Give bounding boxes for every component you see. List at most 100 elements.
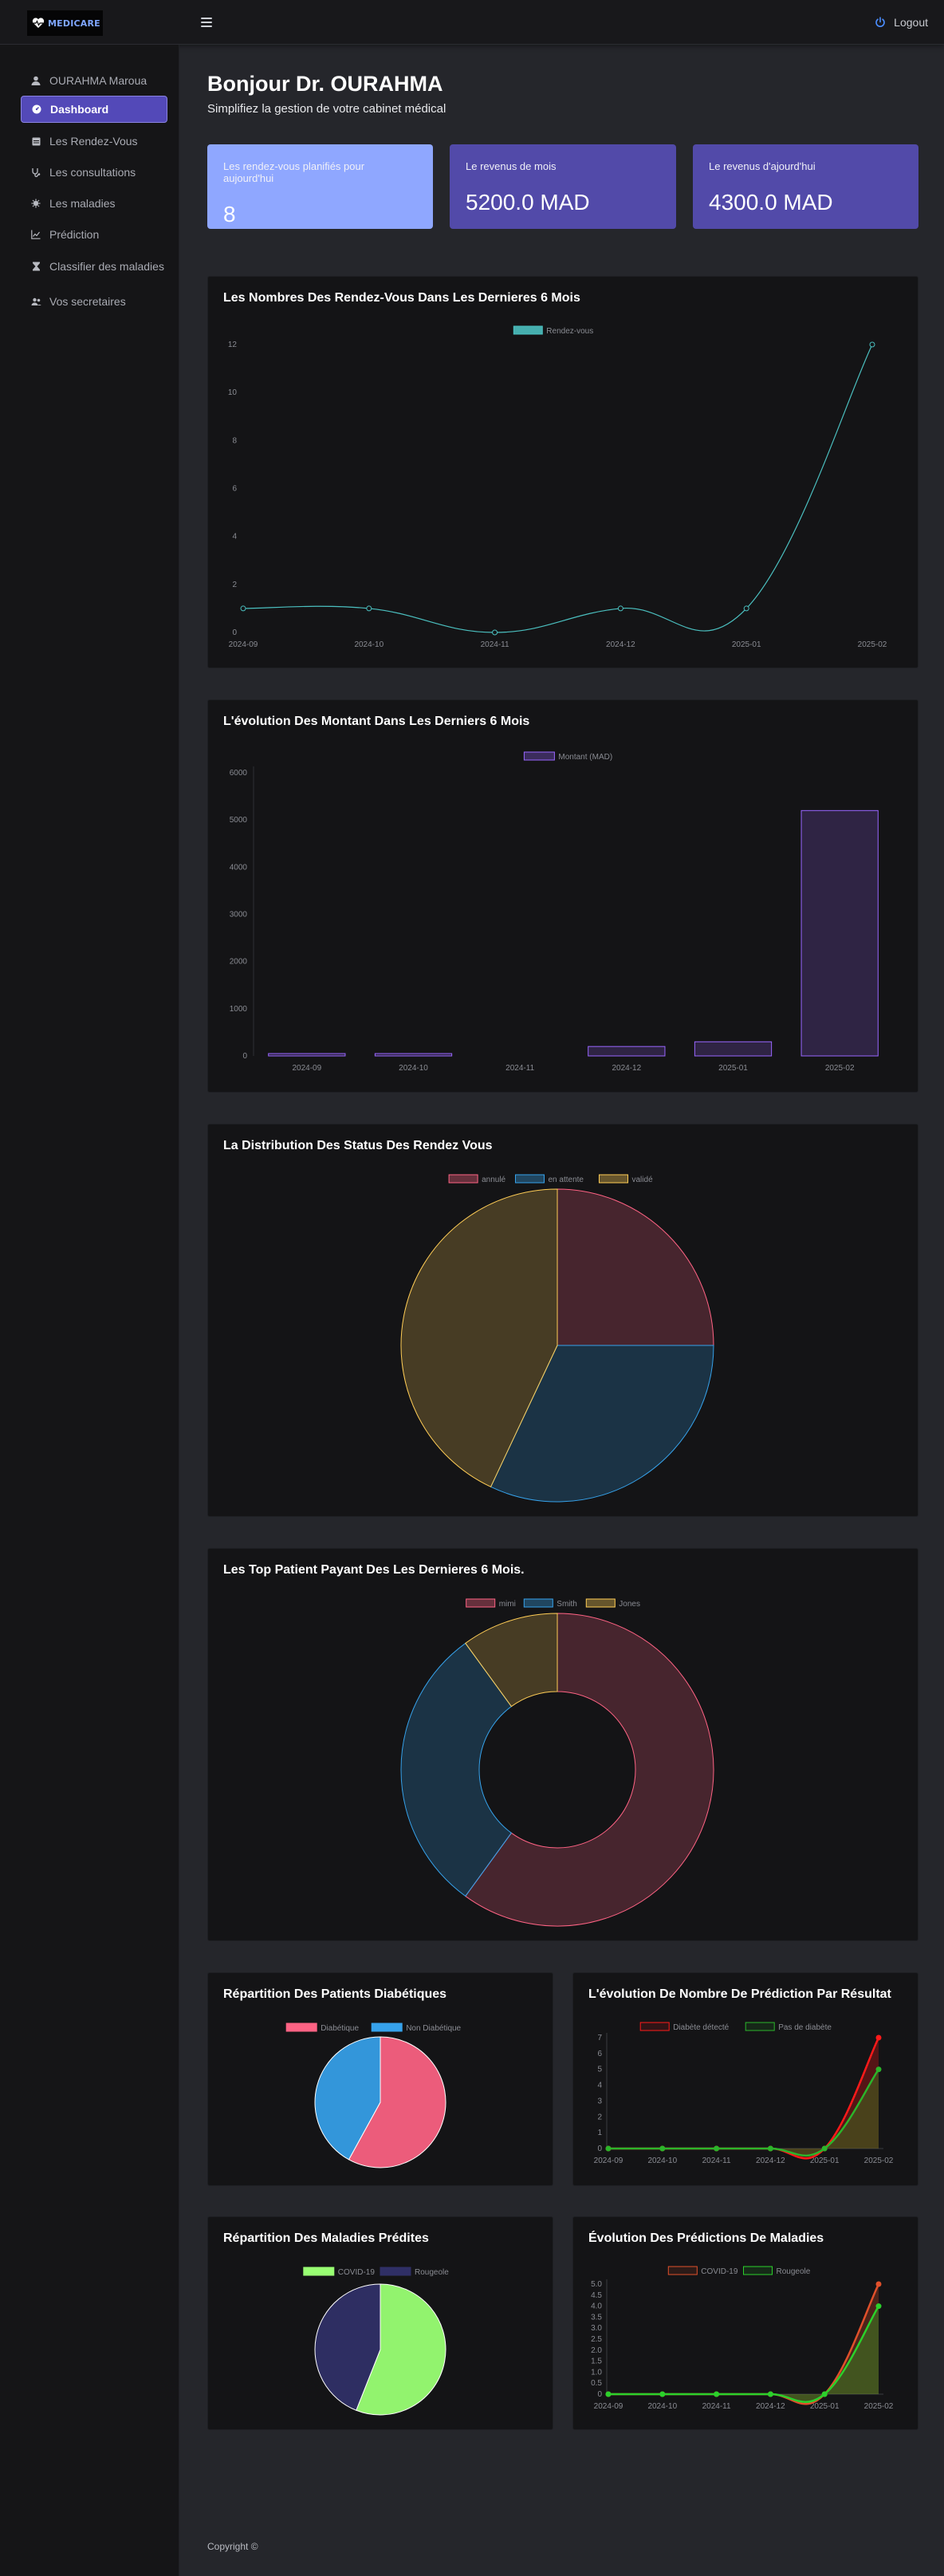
user-icon	[30, 75, 41, 86]
y-tick-label: 10	[228, 388, 238, 397]
chart-disease-evolution-area: 0 0.5 1.0 1.5 2.0 2.5 3.0 3.5 4.0 4.5 5.0 2024-09 20…	[591, 2266, 894, 2411]
legend-swatch	[513, 325, 543, 335]
y-tick-label: 2.5	[591, 2335, 602, 2344]
y-tick-label: 1.5	[591, 2357, 602, 2366]
data-point	[714, 2391, 720, 2397]
y-tick-label: 5000	[230, 816, 248, 825]
chart-status-pie: annulé en attente validé	[400, 1174, 714, 1503]
stethoscope-icon	[30, 167, 41, 178]
data-point	[605, 2145, 612, 2152]
legend-label: COVID-19	[338, 2268, 376, 2277]
bar	[588, 1046, 666, 1057]
legend-label: Smith	[557, 1600, 577, 1609]
sidebar-item-label: OURAHMA Maroua	[49, 74, 148, 87]
x-tick-label: 2024-11	[481, 640, 509, 649]
menu-toggle-icon[interactable]	[201, 18, 212, 27]
sidebar-item-label: Dashboard	[50, 103, 109, 116]
data-point	[714, 2145, 720, 2152]
chart-top-patients-doughnut: mimi Smith Jones	[400, 1598, 714, 1927]
data-point	[875, 2066, 882, 2073]
chart-panel-diabetic: Répartition Des Patients Diabétiques Dia…	[207, 1972, 553, 2186]
y-tick-label: 4	[597, 2082, 602, 2090]
data-point	[875, 2303, 882, 2310]
sidebar-item-dashboard[interactable]: Dashboard	[21, 96, 167, 123]
y-tick-label: 4.0	[591, 2302, 602, 2311]
hourglass-icon	[30, 261, 41, 272]
sidebar-item-prediction[interactable]: Prédiction	[21, 221, 167, 248]
top-navbar: MEDICARE Logout	[0, 0, 944, 45]
sidebar-item-profile[interactable]: OURAHMA Maroua	[21, 67, 167, 94]
stat-label: Les rendez-vous planifiés pour aujourd'h…	[223, 160, 365, 184]
data-point	[767, 2391, 773, 2397]
y-tick-label: 0	[232, 628, 237, 637]
chart-diabetic-pie: Diabétique Non Diabétique	[285, 2023, 462, 2168]
y-tick-label: 1000	[230, 1005, 248, 1014]
data-point	[821, 2391, 828, 2397]
y-tick-label: 7	[597, 2034, 602, 2042]
x-tick-label: 2024-12	[612, 1064, 641, 1073]
y-tick-label: 6	[232, 485, 237, 494]
chart-panel-disease-evolution: Évolution Des Prédictions De Maladies 00…	[572, 2216, 918, 2430]
sidebar-item-label: Les Rendez-Vous	[49, 135, 138, 148]
legend-swatch	[745, 2022, 775, 2031]
legend-swatch	[285, 2023, 317, 2032]
legend-swatch	[380, 2267, 411, 2276]
legend-label: Montant (MAD)	[558, 753, 612, 762]
y-tick-label: 4.5	[591, 2291, 602, 2300]
legend-label: Pas de diabète	[778, 2023, 832, 2032]
data-point	[659, 2145, 666, 2152]
y-tick-label: 0	[597, 2390, 602, 2399]
y-tick-label: 3.5	[591, 2313, 602, 2322]
stat-card-monthly-revenue: Le revenus de mois 5200.0 MAD	[450, 144, 676, 229]
legend-label: validé	[632, 1176, 654, 1184]
legend-swatch	[448, 1174, 478, 1184]
x-tick-label: 2025-02	[864, 2157, 894, 2165]
y-tick-label: 0	[597, 2145, 602, 2153]
virus-icon	[30, 198, 41, 209]
data-point	[743, 605, 749, 612]
chart-panel-appointments: Les Nombres Des Rendez-Vous Dans Les Der…	[207, 276, 918, 668]
x-tick-label: 2024-12	[756, 2402, 785, 2411]
sidebar-item-label: Prédiction	[49, 228, 100, 241]
bar	[268, 1053, 346, 1057]
x-tick-label: 2024-11	[505, 1064, 534, 1073]
bar	[800, 809, 879, 1057]
y-tick-label: 5	[597, 2066, 602, 2074]
sidebar-item-maladies[interactable]: Les maladies	[21, 190, 167, 217]
users-icon	[30, 296, 41, 307]
y-tick-label: 12	[228, 341, 238, 349]
y-tick-label: 6	[597, 2050, 602, 2058]
x-tick-label: 2025-01	[732, 640, 761, 649]
app-logo[interactable]: MEDICARE	[27, 10, 103, 36]
legend-swatch	[743, 2266, 773, 2275]
data-point	[659, 2391, 666, 2397]
footer-copyright: Copyright ©	[207, 2541, 258, 2552]
chart-appointments-line: 0 2 4 6 8 10 12 2024-09 2024-10 2024-11 2024-12 202…	[228, 325, 887, 649]
sidebar-item-secretaires[interactable]: Vos secretaires	[21, 288, 167, 315]
y-tick-label: 1	[597, 2129, 602, 2137]
y-tick-label: 2	[597, 2113, 602, 2121]
x-tick-label: 2025-02	[825, 1064, 855, 1073]
stat-card-daily-revenue: Le revenus d'ajourd'hui 4300.0 MAD	[693, 144, 918, 229]
legend-swatch	[515, 1174, 545, 1184]
legend-label: Rendez-vous	[546, 327, 593, 336]
sidebar-item-rendez-vous[interactable]: Les Rendez-Vous	[21, 128, 167, 155]
data-point	[875, 2034, 882, 2041]
chart-panel-status: La Distribution Des Status Des Rendez Vo…	[207, 1124, 918, 1517]
x-tick-label: 2025-01	[718, 1064, 748, 1073]
heart-icon	[32, 18, 45, 28]
x-tick-label: 2024-12	[606, 640, 635, 649]
y-tick-label: 0	[242, 1052, 247, 1061]
y-tick-label: 1.0	[591, 2368, 602, 2377]
legend-label: mimi	[499, 1600, 516, 1609]
legend-label: en attente	[549, 1176, 584, 1184]
sidebar-item-label: Classifier des maladies	[49, 260, 164, 273]
sidebar-item-classifier[interactable]: Classifier des maladies	[21, 253, 167, 280]
sidebar-item-consultations[interactable]: Les consultations	[21, 159, 167, 186]
legend-swatch	[466, 1598, 496, 1608]
logout-button[interactable]: Logout	[875, 16, 928, 29]
x-tick-label: 2024-10	[647, 2402, 677, 2411]
dashboard-icon	[31, 104, 42, 115]
y-tick-label: 3	[597, 2097, 602, 2105]
legend-swatch	[667, 2266, 698, 2275]
